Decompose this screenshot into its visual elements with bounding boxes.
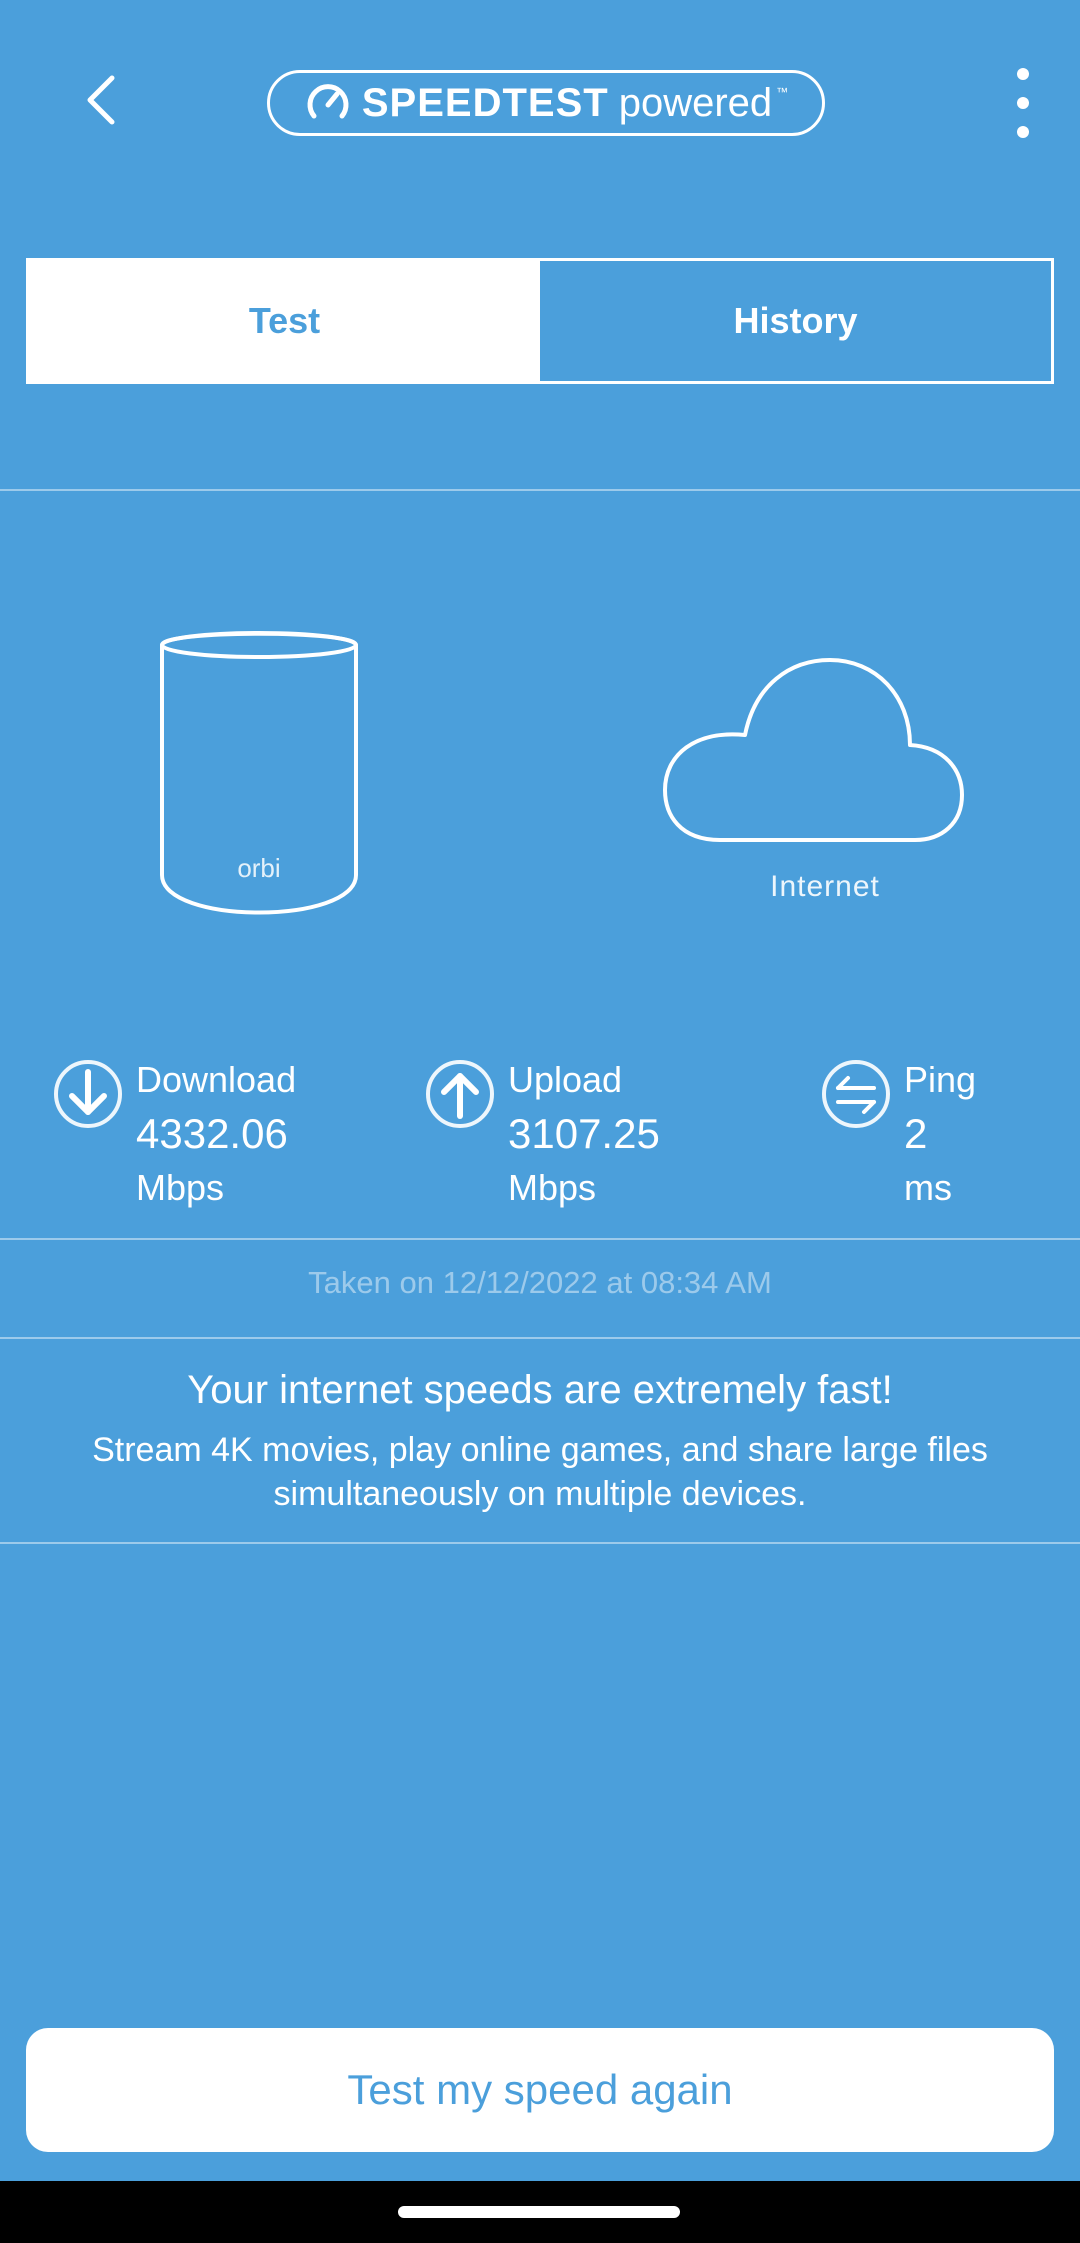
speedtest-result-screen: SPEEDTEST powered ™ Test History orbi In… — [0, 0, 1080, 2243]
divider — [0, 489, 1080, 491]
speedtest-logo: SPEEDTEST powered ™ — [267, 70, 825, 136]
logo-powered-text: powered — [618, 80, 773, 125]
router-brand-label: orbi — [237, 853, 280, 883]
test-again-button[interactable]: Test my speed again — [26, 2028, 1054, 2152]
ping-value: 2 — [904, 1110, 928, 1157]
upload-unit: Mbps — [508, 1167, 597, 1208]
home-indicator[interactable] — [398, 2206, 680, 2218]
upload-label: Upload — [508, 1059, 623, 1100]
logo-trademark: ™ — [776, 85, 789, 99]
download-unit: Mbps — [136, 1167, 225, 1208]
result-description: Stream 4K movies, play online games, and… — [92, 1431, 988, 1513]
back-button[interactable] — [60, 60, 140, 140]
download-label: Download — [136, 1059, 297, 1100]
arrow-up-circle-icon — [426, 1060, 494, 1128]
tab-test[interactable]: Test — [29, 261, 540, 381]
speedometer-icon — [304, 79, 352, 127]
arrow-down-circle-icon — [54, 1060, 122, 1128]
cloud-icon — [663, 658, 964, 842]
ping-unit: ms — [904, 1167, 952, 1208]
more-vert-icon — [1017, 68, 1029, 80]
swap-arrows-circle-icon — [822, 1060, 890, 1128]
upload-stat: Upload 3107.25 Mbps — [424, 1055, 660, 1213]
chevron-left-icon — [87, 75, 115, 125]
tab-bar: Test History — [26, 258, 1054, 384]
download-value: 4332.06 — [136, 1110, 288, 1157]
ping-stat: Ping 2 ms — [820, 1055, 976, 1213]
divider — [0, 1238, 1080, 1240]
tab-history[interactable]: History — [540, 261, 1051, 381]
more-options-button[interactable] — [998, 68, 1048, 138]
taken-on-timestamp: Taken on 12/12/2022 at 08:34 AM — [308, 1265, 772, 1300]
app-header: SPEEDTEST powered ™ — [0, 0, 1080, 210]
upload-value: 3107.25 — [508, 1110, 660, 1157]
divider — [0, 1542, 1080, 1544]
result-title: Your internet speeds are extremely fast! — [187, 1368, 893, 1412]
divider — [0, 1337, 1080, 1339]
download-stat: Download 4332.06 Mbps — [52, 1055, 296, 1213]
logo-brand-text: SPEEDTEST — [361, 80, 609, 125]
internet-label: Internet — [770, 870, 880, 903]
orbi-router-icon: orbi — [160, 631, 358, 915]
ping-label: Ping — [904, 1059, 977, 1100]
